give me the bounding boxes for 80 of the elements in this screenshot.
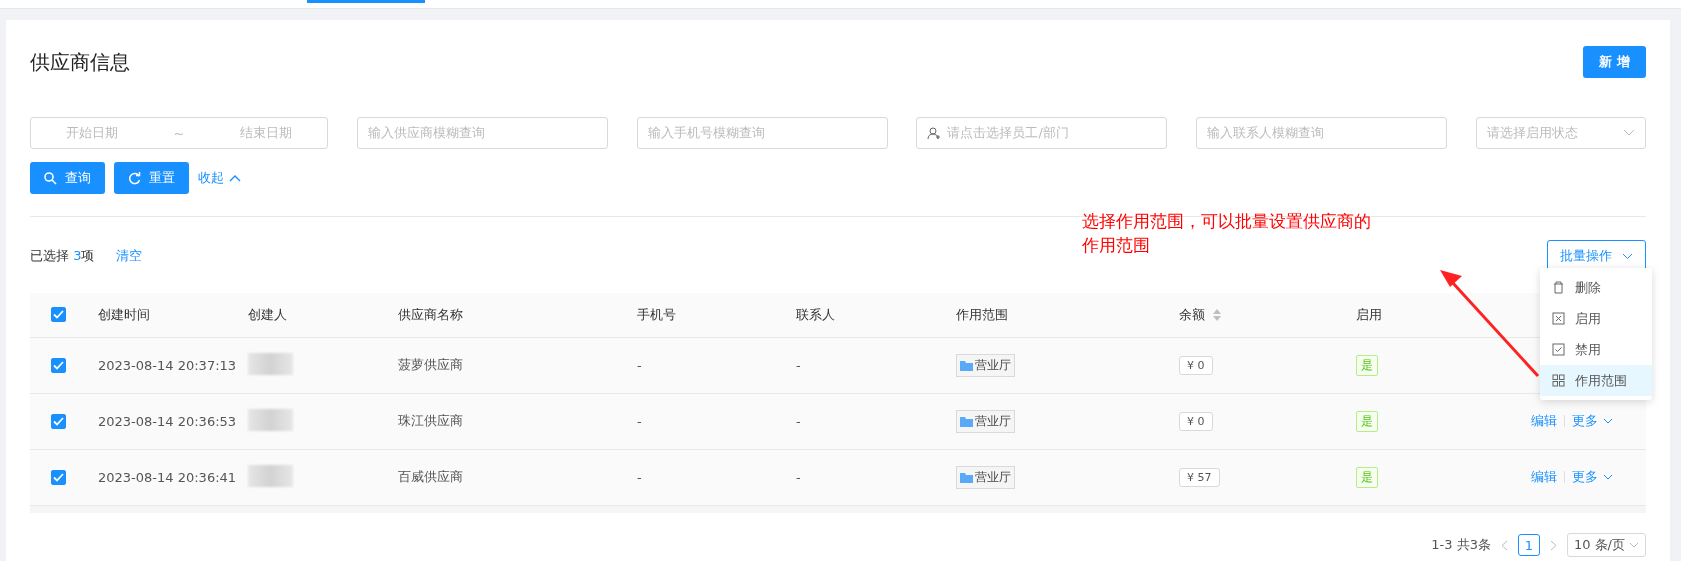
refresh-icon: [128, 171, 141, 185]
folder-icon: [960, 415, 974, 427]
status-select[interactable]: 请选择启用状态: [1476, 117, 1646, 149]
table-cell: -: [796, 357, 801, 373]
check-box-icon: [1552, 343, 1565, 356]
more-link[interactable]: 更多: [1572, 412, 1613, 430]
search-button[interactable]: 查询: [30, 162, 105, 194]
table-cell: -: [637, 357, 642, 373]
grid-icon: [1552, 374, 1565, 387]
collapse-link[interactable]: 收起: [198, 169, 241, 187]
add-button[interactable]: 新 增: [1583, 46, 1646, 78]
scope-tag: 营业厅: [956, 353, 1015, 377]
chevron-down-icon: [1603, 418, 1613, 424]
more-link[interactable]: 更多: [1572, 468, 1613, 486]
chevron-right-icon[interactable]: [1549, 539, 1557, 551]
input-field[interactable]: 输入联系人模糊查询: [1196, 117, 1448, 149]
checkbox[interactable]: [51, 413, 66, 429]
chevron-left-icon[interactable]: [1500, 539, 1508, 551]
chevron-up-icon: [229, 174, 241, 182]
edit-link[interactable]: 编辑: [1531, 468, 1557, 486]
menu-item[interactable]: 删除: [1540, 272, 1652, 303]
edit-link[interactable]: 编辑: [1531, 412, 1557, 430]
page-title: 供应商信息: [30, 48, 130, 76]
column-header: 启用: [1356, 306, 1382, 322]
table-cell: 2023-08-14 20:36:41: [98, 469, 237, 485]
pagination-total: 1-3 共3条: [1431, 536, 1491, 554]
folder-icon: [960, 471, 974, 483]
column-header: 创建人: [248, 306, 287, 322]
page-button[interactable]: 1: [1517, 534, 1540, 556]
checkbox[interactable]: [51, 307, 66, 323]
column-header: 作用范围: [956, 306, 1008, 322]
column-header: 手机号: [637, 306, 676, 322]
sort-icon: [1213, 308, 1221, 321]
table-cell: 百威供应商: [398, 469, 463, 484]
staff-picker-field[interactable]: 请点击选择员工/部门: [916, 117, 1168, 149]
redacted-block: [248, 408, 293, 431]
menu-item[interactable]: 禁用: [1540, 334, 1652, 365]
column-header: 联系人: [796, 306, 835, 322]
status-tag: 是: [1356, 354, 1378, 376]
table-cell: -: [796, 413, 801, 429]
input-field[interactable]: 输入手机号模糊查询: [636, 117, 888, 149]
checkbox[interactable]: [51, 357, 66, 373]
reset-button[interactable]: 重置: [114, 162, 189, 194]
status-tag: 是: [1356, 466, 1378, 488]
balance-tag: ¥ 0: [1179, 355, 1213, 375]
table-cell: 菠萝供应商: [398, 357, 463, 372]
column-header: 创建时间: [98, 306, 150, 322]
table-cell: 2023-08-14 20:37:13: [98, 357, 237, 373]
date-range-field[interactable]: 开始日期 ~ 结束日期: [30, 117, 328, 149]
selection-count: 已选择 3项: [30, 247, 95, 265]
trash-icon: [1552, 281, 1565, 294]
scope-tag: 营业厅: [956, 465, 1015, 489]
balance-tag: ¥ 0: [1179, 411, 1213, 431]
user-icon: [927, 126, 942, 140]
x-box-icon: [1552, 312, 1565, 325]
folder-icon: [960, 359, 974, 371]
chevron-down-icon: [1603, 474, 1613, 480]
table-cell: -: [637, 413, 642, 429]
annotation-text: 选择作用范围，可以批量设置供应商的作用范围: [1082, 210, 1372, 257]
status-tag: 是: [1356, 410, 1378, 432]
table-cell: -: [796, 469, 801, 485]
input-field[interactable]: 输入供应商模糊查询: [356, 117, 608, 149]
menu-item[interactable]: 作用范围: [1540, 365, 1652, 396]
redacted-block: [248, 352, 293, 375]
menu-item[interactable]: 启用: [1540, 303, 1652, 334]
balance-tag: ¥ 57: [1179, 467, 1220, 487]
table-cell: 2023-08-14 20:36:53: [98, 413, 237, 429]
chevron-down-icon: [1623, 129, 1635, 137]
column-header: 余额: [1179, 305, 1205, 324]
checkbox[interactable]: [51, 469, 66, 485]
table-cell: -: [637, 469, 642, 485]
search-icon: [44, 171, 57, 185]
column-header: 供应商名称: [398, 306, 463, 322]
page-size-select[interactable]: 10 条/页: [1566, 533, 1646, 557]
table-cell: 珠江供应商: [398, 413, 463, 428]
scope-tag: 营业厅: [956, 409, 1015, 433]
chevron-down-icon: [1629, 542, 1639, 548]
clear-link[interactable]: 清空: [116, 247, 143, 265]
redacted-block: [248, 464, 293, 487]
chevron-down-icon: [1622, 252, 1633, 260]
